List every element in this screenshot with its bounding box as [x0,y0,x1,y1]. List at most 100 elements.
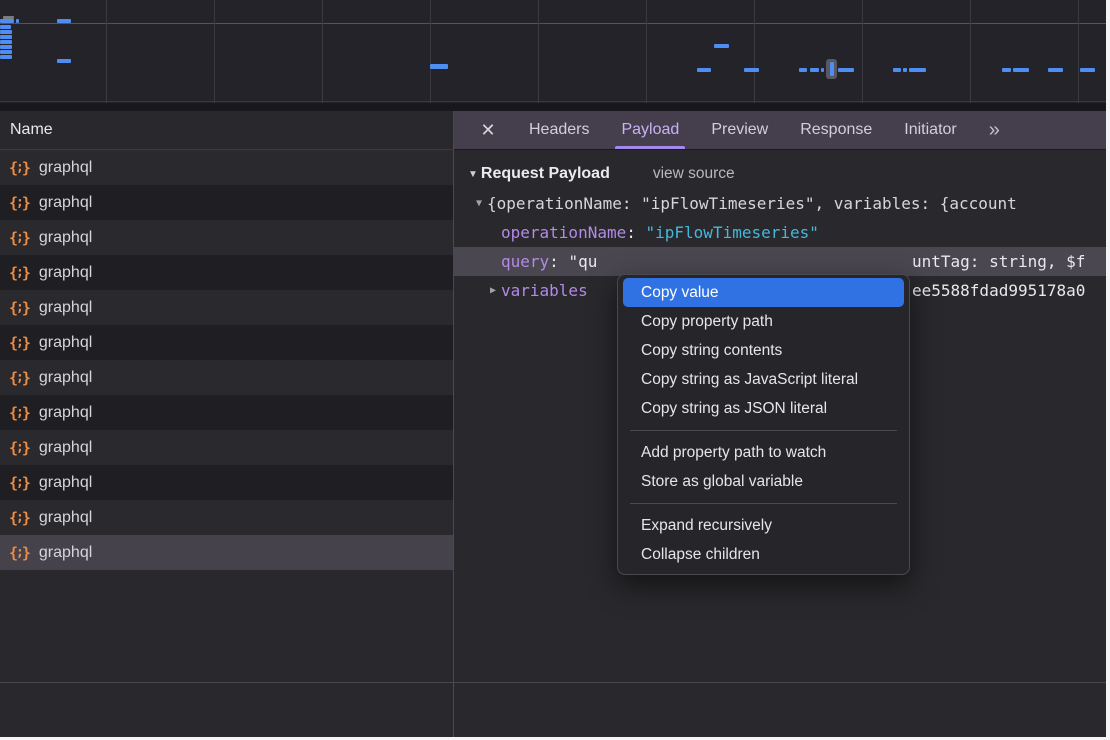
json-braces-icon: {;} [9,194,30,212]
request-timing-bar[interactable] [697,68,711,72]
request-timing-bar[interactable] [714,44,729,48]
request-timing-bar[interactable] [0,40,12,44]
request-timing-bar[interactable] [838,68,854,72]
timeline-gridline [106,0,107,103]
request-timing-bar[interactable] [909,68,926,72]
request-timing-bar[interactable] [0,25,11,29]
table-row[interactable]: {;} graphql [0,325,453,360]
table-row[interactable]: {;} graphql [0,430,453,465]
json-braces-icon: {;} [9,509,30,527]
tab-label: Preview [711,121,768,139]
request-timing-bar[interactable] [1002,68,1011,72]
tab-label: Headers [529,121,589,139]
tab-headers[interactable]: Headers [513,111,605,149]
table-row[interactable]: {;} graphql [0,290,453,325]
table-row[interactable]: {;} graphql [0,150,453,185]
request-timing-bar[interactable] [16,19,19,23]
request-timing-bar[interactable] [744,68,759,72]
operation-name-row[interactable]: operationName: "ipFlowTimeseries" [454,218,1106,247]
menu-item-copy-string-as-javascript-literal[interactable]: Copy string as JavaScript literal [623,365,904,394]
request-name-label: graphql [39,194,92,212]
timeline-gridline [322,0,323,103]
json-braces-icon: {;} [9,299,30,317]
tab-label: Payload [621,121,679,139]
name-column-header[interactable]: Name [0,111,453,150]
json-braces-icon: {;} [9,544,30,562]
pane-divider[interactable] [453,111,454,737]
json-braces-icon: {;} [9,264,30,282]
tab-payload[interactable]: Payload [605,111,695,149]
request-timing-bar[interactable] [430,64,448,69]
tab-response[interactable]: Response [784,111,888,149]
tab-preview[interactable]: Preview [695,111,784,149]
query-row-context-target[interactable]: query: "qu untTag: string, $f [454,247,1106,276]
network-overview-timeline[interactable] [0,0,1106,103]
table-row[interactable]: {;} graphql [0,220,453,255]
menu-item-add-property-path-to-watch[interactable]: Add property path to watch [623,438,904,467]
menu-item-copy-value[interactable]: Copy value [623,278,904,307]
key-separator: : [626,223,645,242]
menu-item-store-as-global-variable[interactable]: Store as global variable [623,467,904,496]
property-key: operationName [501,223,626,242]
property-value-string: "ipFlowTimeseries" [646,223,819,242]
more-tabs-icon[interactable]: » [979,119,1010,142]
request-timing-bar[interactable] [0,30,12,34]
request-timing-bar[interactable] [0,55,12,59]
table-row[interactable]: {;} graphql [0,185,453,220]
tab-initiator[interactable]: Initiator [888,111,972,149]
timeline-gridline [970,0,971,103]
request-payload-section-header[interactable]: ▼ Request Payload view source [454,149,1106,189]
json-braces-icon: {;} [9,439,30,457]
request-name-label: graphql [39,264,92,282]
context-menu: Copy value Copy property path Copy strin… [617,274,910,575]
table-row-selected[interactable]: {;} graphql [0,535,453,570]
property-key: variables [501,281,588,300]
menu-item-copy-property-path[interactable]: Copy property path [623,307,904,336]
request-timing-bar[interactable] [0,19,14,23]
request-name-label: graphql [39,509,92,527]
table-row[interactable]: {;} graphql [0,465,453,500]
detail-tabs: Headers Payload Preview Response Initiat… [513,111,973,149]
json-braces-icon: {;} [9,404,30,422]
request-timing-bar[interactable] [1080,68,1095,72]
table-row[interactable]: {;} graphql [0,360,453,395]
overview-separator-band [0,103,1106,111]
menu-item-copy-string-as-json-literal[interactable]: Copy string as JSON literal [623,394,904,423]
timeline-gridline [862,0,863,103]
table-row[interactable]: {;} graphql [0,255,453,290]
request-timing-bar[interactable] [57,59,71,63]
request-timing-bar[interactable] [1013,68,1029,72]
request-name-label: graphql [39,439,92,457]
property-value-truncated: "qu [568,252,597,271]
json-braces-icon: {;} [9,159,30,177]
request-timing-bar[interactable] [57,19,71,23]
view-source-link[interactable]: view source [653,165,735,183]
table-row[interactable]: {;} graphql [0,500,453,535]
menu-item-expand-recursively[interactable]: Expand recursively [623,511,904,540]
request-timing-bar[interactable] [821,68,824,72]
tab-label: Initiator [904,121,956,139]
devtools-network-panel: Name {;} graphql {;} graphql {;} graphql… [0,0,1106,737]
request-timing-bar[interactable] [0,50,12,54]
request-name-label: graphql [39,229,92,247]
request-timing-bar[interactable] [1048,68,1063,72]
close-icon[interactable]: ✕ [477,120,499,141]
request-timing-bar[interactable] [799,68,807,72]
collapse-triangle-icon[interactable]: ▼ [468,169,478,180]
request-timing-bar[interactable] [903,68,907,72]
request-timing-bar[interactable] [0,45,12,49]
payload-root-row[interactable]: ▼ {operationName: "ipFlowTimeseries", va… [454,189,1106,218]
menu-item-copy-string-contents[interactable]: Copy string contents [623,336,904,365]
request-timing-bar[interactable] [0,35,12,39]
request-name-label: graphql [39,334,92,352]
menu-item-collapse-children[interactable]: Collapse children [623,540,904,569]
table-row[interactable]: {;} graphql [0,395,453,430]
expand-triangle-icon[interactable]: ▶ [485,285,501,296]
request-timing-bar[interactable] [893,68,901,72]
overview-divider-line [0,23,1106,24]
request-timing-bar[interactable] [810,68,819,72]
request-list: {;} graphql {;} graphql {;} graphql {;} … [0,150,453,570]
expanded-triangle-icon[interactable]: ▼ [471,198,487,209]
payload-object-preview: {operationName: "ipFlowTimeseries", vari… [487,194,1017,213]
menu-separator [630,503,897,504]
